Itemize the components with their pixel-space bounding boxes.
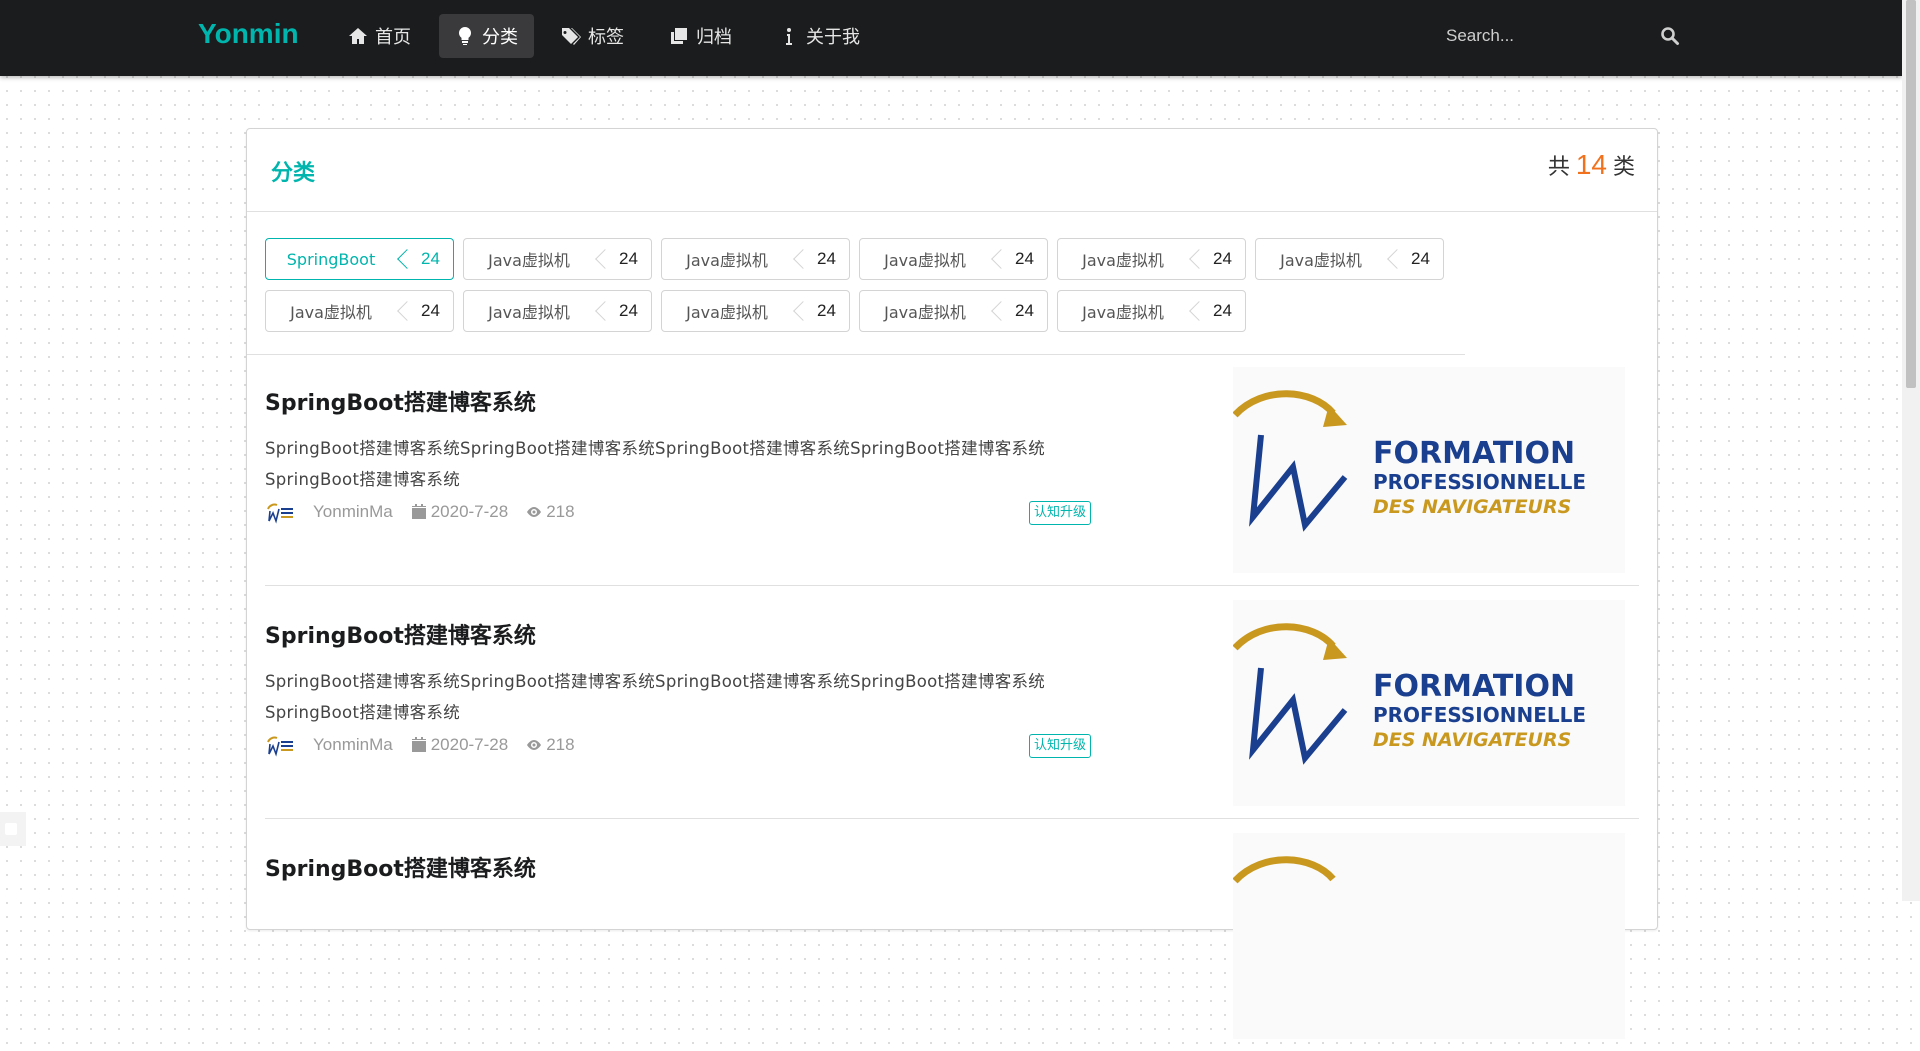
post-item: SpringBoot搭建博客系统 SpringBoot搭建博客系统SpringB… (265, 586, 1639, 819)
search-box (1432, 14, 1692, 58)
nav-tags-label: 标签 (588, 27, 624, 48)
post-meta: YonminMa 2020-7-28 218 (265, 497, 593, 527)
home-icon (349, 28, 367, 44)
category-name: Java虚拟机 (884, 303, 966, 322)
panel-title: 分类 (271, 161, 316, 186)
logo-line-3: DES NAVIGATEURS (1373, 729, 1571, 751)
category-item[interactable]: Java虚拟机 24 (1255, 238, 1444, 280)
calendar-icon (411, 504, 426, 519)
nav-category[interactable]: 分类 (439, 14, 534, 58)
category-name: Java虚拟机 (488, 303, 570, 322)
top-navbar: Yonmin 首页 分类 标签 归档 关于我 (0, 0, 1902, 76)
search-icon[interactable] (1660, 26, 1680, 46)
formation-logo-image: FORMATION PROFESSIONNELLE DES NAVIGATEUR… (1233, 623, 1586, 765)
post-thumbnail[interactable]: FORMATION PROFESSIONNELLE DES NAVIGATEUR… (1233, 600, 1625, 806)
post-views-count: 218 (546, 735, 575, 754)
lightbulb-icon (458, 26, 472, 45)
category-name: Java虚拟机 (884, 251, 966, 270)
category-name: Java虚拟机 (290, 303, 372, 322)
post-item: SpringBoot搭建博客系统 SpringBoot搭建博客系统SpringB… (265, 353, 1639, 586)
post-date-text: 2020-7-28 (430, 502, 509, 521)
author-avatar[interactable] (265, 499, 295, 525)
formation-logo-image: FORMATION PROFESSIONNELLE DES NAVIGATEUR… (1233, 390, 1586, 532)
category-item[interactable]: Java虚拟机 24 (859, 238, 1048, 280)
logo-line-2: PROFESSIONNELLE (1373, 470, 1586, 494)
category-item[interactable]: Java虚拟机 24 (859, 290, 1048, 332)
post-author[interactable]: YonminMa (313, 735, 393, 755)
category-item[interactable]: Java虚拟机 24 (463, 238, 652, 280)
formation-logo-image (1233, 856, 1336, 884)
post-views-count: 218 (546, 502, 575, 521)
logo-line-1: FORMATION (1373, 669, 1575, 704)
post-title[interactable]: SpringBoot搭建博客系统 (265, 618, 536, 650)
count-value: 14 (1575, 149, 1607, 180)
logo-line-3: DES NAVIGATEURS (1373, 496, 1571, 518)
post-views: 218 (526, 735, 575, 755)
category-name: SpringBoot (286, 249, 376, 269)
category-item[interactable]: SpringBoot 24 (265, 238, 454, 280)
nav-archive[interactable]: 归档 (653, 14, 748, 58)
post-description: SpringBoot搭建博客系统SpringBoot搭建博客系统SpringBo… (265, 439, 1046, 489)
category-name: Java虚拟机 (1280, 251, 1362, 270)
post-date: 2020-7-28 (411, 502, 509, 522)
author-avatar[interactable] (265, 732, 295, 758)
calendar-icon (411, 737, 426, 752)
nav-tags[interactable]: 标签 (545, 14, 640, 58)
post-title[interactable]: SpringBoot搭建博客系统 (265, 851, 536, 883)
category-item[interactable]: Java虚拟机 24 (1057, 238, 1246, 280)
nav-category-label: 分类 (482, 27, 518, 48)
category-name: Java虚拟机 (1082, 303, 1164, 322)
category-list: SpringBoot 24 Java虚拟机 24 Java虚拟机 24 Java虚拟机… (247, 212, 1465, 355)
post-meta: YonminMa 2020-7-28 218 (265, 730, 593, 760)
nav-archive-label: 归档 (696, 27, 732, 48)
eye-icon (527, 740, 542, 750)
brand-logo[interactable]: Yonmin (198, 18, 299, 50)
category-item[interactable]: Java虚拟机 24 (463, 290, 652, 332)
category-item[interactable]: Java虚拟机 24 (265, 290, 454, 332)
post-thumbnail[interactable] (1233, 833, 1625, 1039)
panel-header: 分类 共 14 类 (247, 129, 1657, 212)
nav-about[interactable]: 关于我 (763, 14, 876, 58)
category-panel: 分类 共 14 类 SpringBoot 24 Java虚拟机 24 Java虚拟机… (246, 128, 1658, 1039)
floating-side-button[interactable] (0, 812, 26, 846)
post-description: SpringBoot搭建博客系统SpringBoot搭建博客系统SpringBo… (265, 672, 1046, 722)
clone-icon (671, 28, 687, 44)
post-item: SpringBoot搭建博客系统 (265, 819, 1639, 1051)
post-title[interactable]: SpringBoot搭建博客系统 (265, 385, 536, 417)
nav-about-label: 关于我 (806, 27, 860, 48)
category-item[interactable]: Java虚拟机 24 (661, 290, 850, 332)
category-name: Java虚拟机 (686, 303, 768, 322)
category-item[interactable]: Java虚拟机 24 (1057, 290, 1246, 332)
post-tag[interactable]: 认知升级 (1029, 734, 1092, 758)
nav-home-label: 首页 (375, 27, 411, 48)
logo-line-1: FORMATION (1373, 436, 1575, 471)
logo-line-2: PROFESSIONNELLE (1373, 703, 1586, 727)
category-count: 共 14 类 (1548, 149, 1635, 181)
scrollbar-thumb[interactable] (1906, 0, 1916, 388)
category-item[interactable]: Java虚拟机 24 (661, 238, 850, 280)
category-name: Java虚拟机 (488, 251, 570, 270)
eye-icon (527, 507, 542, 517)
post-tag[interactable]: 认知升级 (1029, 501, 1092, 525)
category-name: Java虚拟机 (1082, 251, 1164, 270)
category-name: Java虚拟机 (686, 251, 768, 270)
post-author[interactable]: YonminMa (313, 502, 393, 522)
post-date-text: 2020-7-28 (430, 735, 509, 754)
tags-icon (562, 28, 581, 45)
nav-home[interactable]: 首页 (332, 14, 427, 58)
post-thumbnail[interactable]: FORMATION PROFESSIONNELLE DES NAVIGATEUR… (1233, 367, 1625, 573)
count-suffix: 类 (1612, 155, 1635, 180)
page-scrollbar[interactable] (1902, 0, 1920, 901)
post-date: 2020-7-28 (411, 735, 509, 755)
post-views: 218 (526, 502, 575, 522)
info-icon (786, 28, 792, 45)
search-input[interactable] (1432, 25, 1648, 47)
count-prefix: 共 (1547, 155, 1570, 180)
